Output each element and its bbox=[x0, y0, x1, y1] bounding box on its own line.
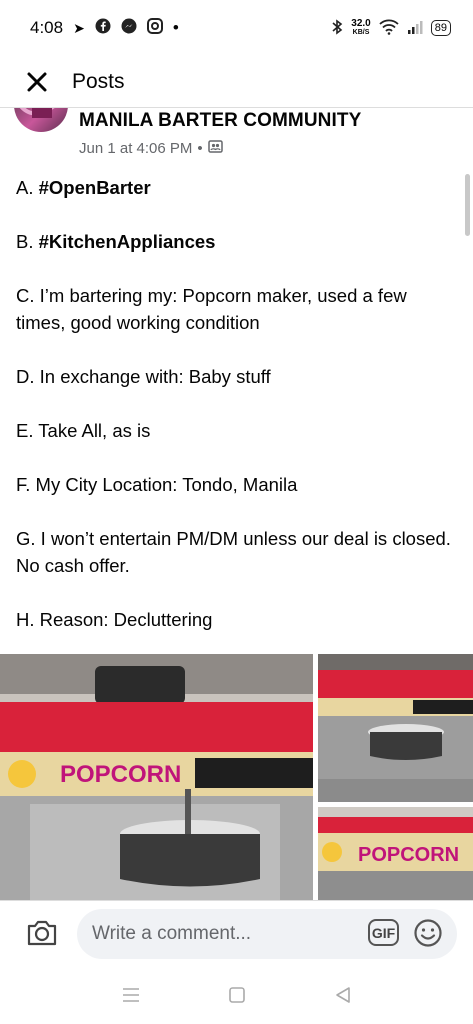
post-meta: Jun 1 at 4:06 PM • bbox=[79, 139, 223, 158]
messenger-notification-icon bbox=[121, 18, 137, 39]
speed-value: 32.0 bbox=[351, 18, 371, 29]
back-button[interactable] bbox=[331, 983, 355, 1007]
photo-popcorn-machine-closeup[interactable]: POPCORN bbox=[318, 807, 473, 900]
recent-apps-icon bbox=[122, 988, 139, 1002]
home-button[interactable] bbox=[225, 983, 249, 1007]
close-button[interactable] bbox=[20, 65, 54, 99]
speed-unit: KB/S bbox=[352, 29, 370, 36]
popcorn-brand-text-closeup: POPCORN bbox=[358, 844, 459, 866]
status-bar: 4:08 ➤ • 32.0 KB/S 89 bbox=[0, 0, 473, 56]
post-body: A. #OpenBarter B. #KitchenAppliances C. … bbox=[16, 174, 458, 660]
post-content[interactable]: MANILA BARTER COMMUNITY Jun 1 at 4:06 PM… bbox=[0, 108, 473, 900]
emoji-icon bbox=[414, 919, 442, 947]
home-icon bbox=[228, 987, 245, 1003]
post-line-f: F. My City Location: Tondo, Manila bbox=[16, 474, 298, 495]
comment-input[interactable]: Write a comment... GIF bbox=[77, 909, 457, 959]
top-bar: Posts bbox=[0, 56, 473, 108]
photo-grid: POPCORN POPCORN bbox=[0, 654, 473, 900]
post-timestamp[interactable]: Jun 1 at 4:06 PM bbox=[79, 140, 192, 157]
group-avatar[interactable] bbox=[14, 108, 68, 132]
post-line-d: D. In exchange with: Baby stuff bbox=[16, 366, 271, 387]
comment-bar: Write a comment... GIF bbox=[0, 900, 473, 966]
photo-popcorn-machine-side[interactable] bbox=[318, 654, 473, 802]
post-line-e: E. Take All, as is bbox=[16, 420, 151, 441]
signal-icon bbox=[407, 20, 423, 37]
instagram-notification-icon bbox=[146, 17, 163, 39]
system-nav-bar bbox=[0, 966, 473, 1024]
bluetooth-icon bbox=[331, 18, 343, 38]
post-line-c: C. I’m bartering my: Popcorn maker, used… bbox=[16, 285, 407, 333]
post-line-b: B. #KitchenAppliances bbox=[16, 228, 458, 255]
members-icon bbox=[207, 139, 223, 158]
battery-indicator: 89 bbox=[430, 20, 451, 36]
wifi-icon bbox=[379, 19, 399, 38]
meta-separator: • bbox=[197, 140, 203, 157]
comment-placeholder: Write a comment... bbox=[92, 923, 252, 944]
hashtag-openbarter[interactable]: #OpenBarter bbox=[39, 177, 151, 198]
location-arrow-icon: ➤ bbox=[73, 19, 85, 36]
more-notifications-dot-icon: • bbox=[172, 18, 179, 37]
hashtag-kitchenappliances[interactable]: #KitchenAppliances bbox=[39, 231, 216, 252]
post-line-a: A. #OpenBarter bbox=[16, 174, 458, 201]
post-line-h: H. Reason: Decluttering bbox=[16, 609, 213, 630]
recent-apps-button[interactable] bbox=[119, 983, 143, 1007]
emoji-button[interactable] bbox=[413, 918, 443, 948]
group-name[interactable]: MANILA BARTER COMMUNITY bbox=[79, 110, 361, 132]
back-icon bbox=[335, 987, 350, 1003]
line-b-prefix: B. bbox=[16, 231, 39, 252]
clock: 4:08 bbox=[30, 18, 64, 37]
gif-button[interactable]: GIF bbox=[368, 919, 399, 946]
camera-button[interactable] bbox=[24, 915, 60, 951]
line-a-prefix: A. bbox=[16, 177, 39, 198]
scrollbar[interactable] bbox=[465, 174, 470, 236]
page-title: Posts bbox=[72, 69, 125, 93]
post-line-g: G. I won’t entertain PM/DM unless our de… bbox=[16, 528, 451, 576]
close-icon bbox=[27, 72, 47, 91]
network-speed: 32.0 KB/S bbox=[351, 19, 370, 37]
facebook-notification-icon bbox=[95, 18, 111, 39]
popcorn-brand-text: POPCORN bbox=[60, 761, 181, 788]
photo-popcorn-machine-front[interactable]: POPCORN bbox=[0, 654, 313, 900]
camera-icon bbox=[27, 920, 57, 946]
